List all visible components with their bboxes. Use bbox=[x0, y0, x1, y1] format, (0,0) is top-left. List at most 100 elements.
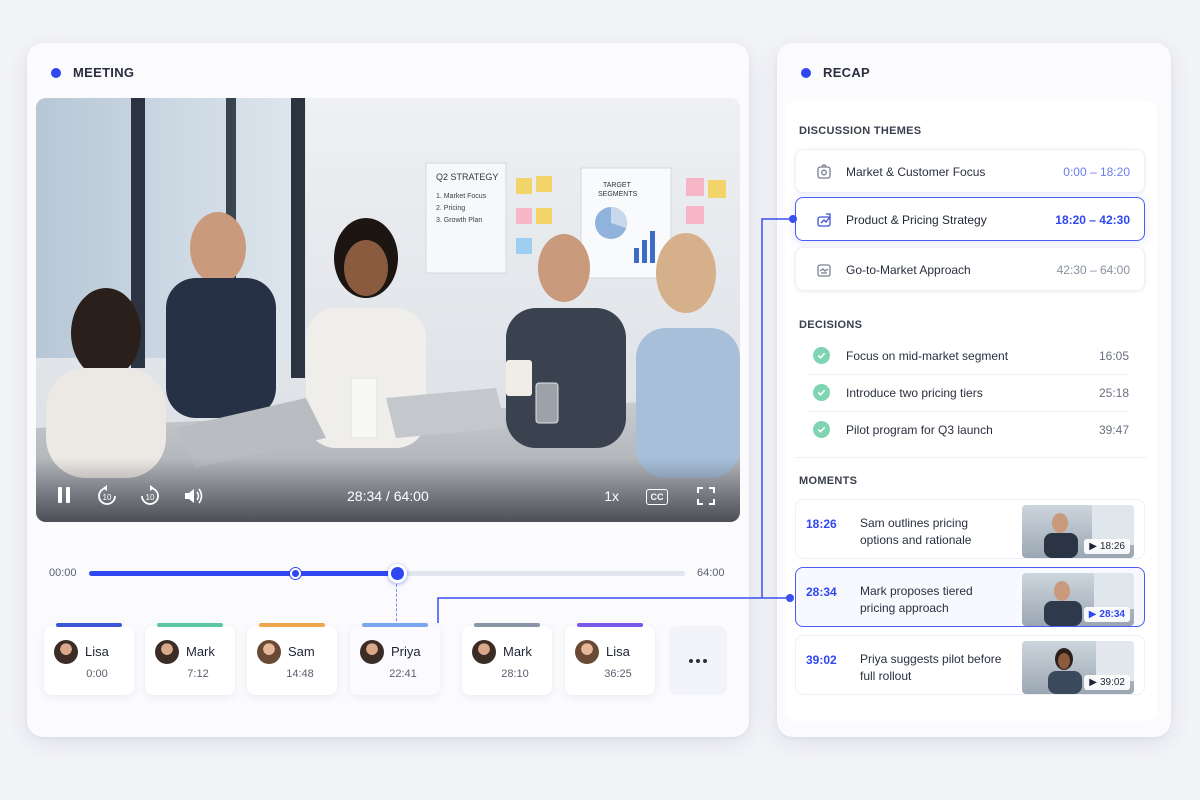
fullscreen-icon bbox=[697, 487, 715, 505]
speaker-color-bar bbox=[157, 623, 223, 627]
video-controls: 10 10 28:34 / 64:00 1x CC bbox=[36, 458, 740, 522]
rewind-10-icon: 10 bbox=[98, 485, 116, 505]
pause-button[interactable] bbox=[56, 486, 72, 504]
moment-text: Sam outlines pricing options and rationa… bbox=[860, 516, 972, 547]
more-dot-icon bbox=[703, 658, 707, 663]
forward-10-button[interactable]: 10 bbox=[139, 485, 161, 507]
svg-text:SEGMENTS: SEGMENTS bbox=[598, 191, 638, 198]
avatar bbox=[575, 640, 599, 664]
moment-item[interactable]: 39:02 Priya suggests pilot before full r… bbox=[795, 635, 1145, 695]
cc-label: CC bbox=[650, 492, 664, 502]
moment-time: 18:26 bbox=[806, 517, 837, 531]
check-icon bbox=[813, 384, 830, 401]
theme-range: 0:00 – 18:20 bbox=[1063, 165, 1130, 179]
speaker-name: Sam bbox=[288, 644, 315, 659]
decision-time: 39:47 bbox=[1098, 423, 1129, 437]
svg-text:10: 10 bbox=[146, 493, 155, 502]
decision-item[interactable]: Focus on mid-market segment 16:05 bbox=[809, 339, 1129, 375]
moment-thumbnail[interactable]: ▶ 39:02 bbox=[1022, 641, 1134, 694]
playback-speed-button[interactable]: 1x bbox=[604, 488, 619, 504]
avatar bbox=[155, 640, 179, 664]
timeline-playhead[interactable] bbox=[387, 564, 407, 583]
speaker-name: Lisa bbox=[606, 644, 630, 659]
volume-button[interactable] bbox=[182, 486, 204, 506]
decision-label: Pilot program for Q3 launch bbox=[846, 423, 993, 437]
moment-text: Priya suggests pilot before full rollout bbox=[860, 652, 1002, 683]
theme-item[interactable]: Go-to-Market Approach 42:30 – 64:00 bbox=[795, 247, 1145, 291]
meeting-panel: MEETING Q2 STRATEGY 1. Market Focus 2. P… bbox=[27, 43, 749, 737]
timeline-start-label: 00:00 bbox=[49, 567, 77, 579]
decision-time: 25:18 bbox=[1098, 386, 1129, 400]
target-icon bbox=[817, 164, 831, 179]
speaker-time: 22:41 bbox=[389, 668, 417, 680]
speaker-chip[interactable]: Mark 7:12 bbox=[145, 623, 235, 695]
recap-dot-icon bbox=[801, 67, 811, 78]
svg-text:1. Market Focus: 1. Market Focus bbox=[436, 193, 487, 200]
speaker-name: Lisa bbox=[85, 644, 109, 659]
theme-item[interactable]: Market & Customer Focus 0:00 – 18:20 bbox=[795, 149, 1145, 193]
speaker-color-bar bbox=[362, 623, 428, 627]
speaker-chip[interactable]: Lisa 36:25 bbox=[565, 623, 655, 695]
video-player[interactable]: Q2 STRATEGY 1. Market Focus 2. Pricing 3… bbox=[36, 98, 740, 522]
svg-text:2. Pricing: 2. Pricing bbox=[436, 205, 465, 212]
avatar bbox=[54, 640, 78, 664]
decision-label: Focus on mid-market segment bbox=[846, 349, 1009, 363]
speaker-color-bar bbox=[56, 623, 122, 627]
avatar bbox=[472, 640, 496, 664]
speaker-time: 7:12 bbox=[187, 668, 209, 680]
fullscreen-button[interactable] bbox=[697, 487, 715, 505]
recap-content: DISCUSSION THEMES Market & Customer Focu… bbox=[785, 101, 1157, 721]
timeline-theme-marker[interactable] bbox=[290, 568, 302, 579]
theme-item-active[interactable]: Product & Pricing Strategy 18:20 – 42:30 bbox=[795, 197, 1145, 241]
timeline-progress bbox=[89, 571, 397, 576]
recap-header: RECAP bbox=[801, 65, 870, 80]
moment-item-active[interactable]: 28:34 Mark proposes tiered pricing appro… bbox=[795, 567, 1145, 627]
themes-section-title: DISCUSSION THEMES bbox=[799, 125, 922, 137]
speaker-name: Mark bbox=[503, 644, 532, 659]
moment-item[interactable]: 18:26 Sam outlines pricing options and r… bbox=[795, 499, 1145, 559]
decisions-section-title: DECISIONS bbox=[799, 319, 863, 331]
speaker-time: 0:00 bbox=[86, 668, 108, 680]
pricing-icon bbox=[817, 213, 831, 227]
moment-thumbnail[interactable]: ▶ 18:26 bbox=[1022, 505, 1134, 558]
moments-section-title: MOMENTS bbox=[799, 475, 858, 487]
speaker-chip[interactable]: Mark 28:10 bbox=[462, 623, 552, 695]
theme-label: Market & Customer Focus bbox=[846, 165, 986, 179]
volume-icon bbox=[185, 488, 203, 504]
timeline-end-label: 64:00 bbox=[697, 567, 725, 579]
speaker-chip[interactable]: Lisa 0:00 bbox=[44, 623, 134, 695]
decision-item[interactable]: Introduce two pricing tiers 25:18 bbox=[809, 376, 1129, 412]
check-icon bbox=[813, 347, 830, 364]
thumbnail-badge: ▶ 28:34 bbox=[1083, 607, 1130, 622]
thumbnail-badge: ▶ 39:02 bbox=[1084, 675, 1130, 690]
decision-label: Introduce two pricing tiers bbox=[846, 386, 983, 400]
theme-range: 18:20 – 42:30 bbox=[1055, 213, 1130, 227]
pause-icon bbox=[58, 487, 70, 503]
speaker-time: 14:48 bbox=[286, 668, 314, 680]
svg-text:Q2 STRATEGY: Q2 STRATEGY bbox=[436, 172, 498, 182]
moment-thumbnail[interactable]: ▶ 28:34 bbox=[1022, 573, 1134, 626]
meeting-title: MEETING bbox=[73, 65, 135, 80]
time-readout: 28:34 / 64:00 bbox=[347, 488, 429, 504]
live-dot-icon bbox=[51, 67, 61, 78]
speaker-time: 28:10 bbox=[501, 668, 529, 680]
svg-text:10: 10 bbox=[103, 493, 112, 502]
speaker-name: Priya bbox=[391, 644, 421, 659]
handshake-icon bbox=[817, 264, 831, 277]
timeline-track[interactable] bbox=[89, 564, 685, 583]
speaker-time: 36:25 bbox=[604, 668, 632, 680]
captions-button[interactable]: CC bbox=[646, 489, 668, 505]
svg-text:3. Growth Plan: 3. Growth Plan bbox=[436, 217, 482, 224]
more-dot-icon bbox=[696, 658, 700, 663]
theme-range: 42:30 – 64:00 bbox=[1056, 263, 1130, 277]
recap-panel: RECAP DISCUSSION THEMES Market & Custome… bbox=[777, 43, 1171, 737]
speaker-color-bar bbox=[474, 623, 540, 627]
more-speakers-button[interactable] bbox=[669, 626, 727, 695]
moment-text: Mark proposes tiered pricing approach bbox=[860, 584, 973, 615]
theme-label: Go-to-Market Approach bbox=[846, 263, 971, 277]
rewind-10-button[interactable]: 10 bbox=[96, 485, 118, 507]
speaker-chip-active[interactable]: Priya 22:41 bbox=[350, 623, 440, 695]
decision-item[interactable]: Pilot program for Q3 launch 39:47 bbox=[809, 413, 1129, 449]
speaker-chip[interactable]: Sam 14:48 bbox=[247, 623, 337, 695]
playhead-guide bbox=[396, 584, 397, 626]
